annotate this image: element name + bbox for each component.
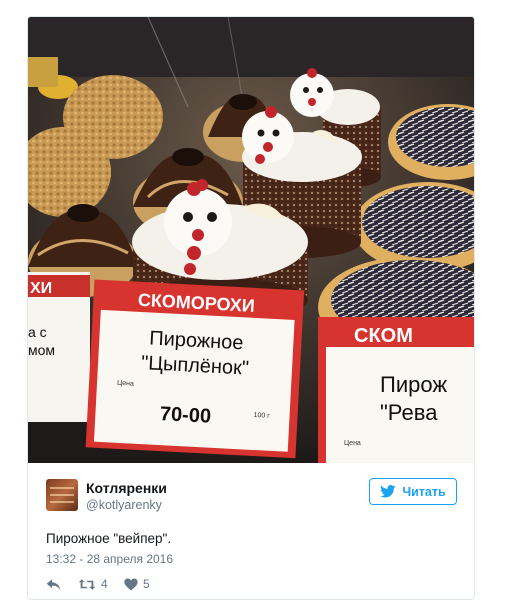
sign-left-line1: а с xyxy=(28,324,47,340)
follow-button[interactable]: Читать xyxy=(369,478,457,505)
avatar[interactable] xyxy=(46,479,78,511)
retweet-icon xyxy=(78,578,96,590)
sign-main-weight: 100 г xyxy=(253,412,270,420)
twitter-bird-icon xyxy=(380,485,396,498)
tweet-author[interactable]: Котляренки @kotlyarenky xyxy=(46,479,346,513)
sign-right-brand: СКОМ xyxy=(354,325,413,347)
tweet-photo[interactable]: ХИ а с мом СКОМОРОХИ Пирожное "Цыплёнок"… xyxy=(28,17,474,463)
tweet-actions: 4 5 xyxy=(46,574,246,594)
sign-right: СКОМ Пирож "Рева Цена xyxy=(318,317,474,463)
sign-left-partial: ХИ а с мом xyxy=(28,272,90,422)
pastry-showcase-image: ХИ а с мом СКОМОРОХИ Пирожное "Цыплёнок"… xyxy=(28,17,474,463)
sign-left-brand: ХИ xyxy=(30,280,52,297)
heart-icon xyxy=(124,578,138,590)
sign-main-price: 70-00 xyxy=(159,403,211,428)
tweet-card: ХИ а с мом СКОМОРОХИ Пирожное "Цыплёнок"… xyxy=(27,16,475,600)
sign-right-price-label: Цена xyxy=(344,440,361,447)
tweet-text: Пирожное "вейпер". xyxy=(46,531,172,546)
like-button[interactable]: 5 xyxy=(124,574,150,594)
retweet-button[interactable]: 4 xyxy=(78,574,108,594)
reply-icon xyxy=(46,578,61,590)
sign-left-line2: мом xyxy=(28,342,55,358)
like-count: 5 xyxy=(143,577,150,591)
follow-button-label: Читать xyxy=(402,484,446,499)
sign-main: СКОМОРОХИ Пирожное "Цыплёнок" Цена 70-00… xyxy=(85,279,305,459)
sign-main-price-label: Цена xyxy=(117,380,134,388)
tweet-timestamp[interactable]: 13:32 - 28 апреля 2016 xyxy=(46,552,173,566)
sign-right-line1: Пирож xyxy=(380,372,447,397)
author-display-name[interactable]: Котляренки xyxy=(86,480,167,496)
retweet-count: 4 xyxy=(101,577,108,591)
reply-button[interactable] xyxy=(46,574,61,594)
author-handle[interactable]: @kotlyarenky xyxy=(86,498,162,512)
sign-right-line2: "Рева xyxy=(380,400,438,425)
